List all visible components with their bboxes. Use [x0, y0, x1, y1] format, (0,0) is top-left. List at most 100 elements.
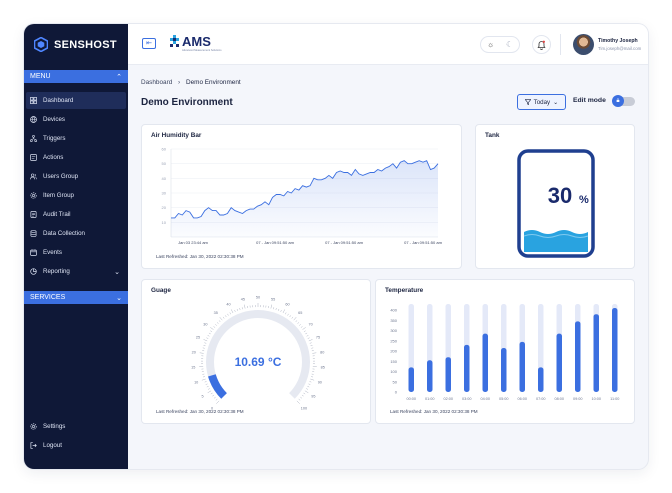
y-tick-label: 350 [390, 318, 397, 323]
temperature-bar [408, 367, 414, 392]
gauge-scale-label: 90 [318, 381, 322, 385]
sidebar-item-label: Reporting [43, 268, 70, 275]
sidebar-item-users-group[interactable]: Users Group [26, 168, 126, 185]
notification-button[interactable] [532, 35, 551, 54]
menu-section-header[interactable]: MENU ⌃ [24, 70, 128, 83]
breadcrumb-root[interactable]: Dashboard [141, 79, 172, 86]
gauge-tick [278, 308, 280, 311]
chevron-down-icon: ⌄ [553, 98, 559, 106]
app-window: SENSHOST MENU ⌃ Dashboard Devices Trigge… [24, 24, 648, 469]
user-name: Timothy Joseph [598, 38, 638, 44]
gauge-scale-label: 40 [226, 303, 230, 307]
temperature-bar [482, 333, 488, 392]
company-logo: AMS Advanced Measurement Solutions [170, 35, 222, 52]
y-tick-label: 10 [162, 220, 167, 225]
date-filter-dropdown[interactable]: Today ⌄ [517, 94, 566, 110]
gauge-tick [308, 383, 311, 385]
temperature-bar [501, 347, 507, 392]
users-icon [30, 173, 37, 180]
sidebar-toggle-button[interactable]: ⇤ [142, 38, 156, 49]
x-tick-label: 11:00 [610, 397, 619, 401]
temperature-card: Temperature 0 50 100 150 200 250 300 350 400 00:0… [375, 279, 635, 424]
sidebar-item-reporting[interactable]: Reporting ⌄ [26, 263, 126, 280]
gauge-scale-label: 100 [301, 406, 307, 410]
gauge-tick [297, 322, 300, 324]
gauge-scale-label: 70 [308, 322, 312, 326]
gear-icon [30, 423, 37, 430]
edit-mode-toggle[interactable]: 🔒︎ [612, 95, 635, 107]
gauge-tick [207, 335, 210, 337]
temperature-gauge: 051015202530354045 50 55606570758085909510… [191, 296, 325, 411]
sidebar-item-events[interactable]: Events [26, 244, 126, 261]
tank-unit: % [579, 194, 589, 206]
sidebar-item-actions[interactable]: Actions [26, 149, 126, 166]
gauge-scale-label: 95 [311, 394, 315, 398]
y-tick-label: 200 [390, 349, 397, 354]
theme-toggle[interactable]: ☼ ☾ [480, 36, 520, 53]
temperature-bar [593, 314, 599, 392]
x-tick-label: 05:00 [499, 397, 509, 401]
y-tick-label: 300 [390, 328, 397, 333]
tank-card: Tank 30% [475, 124, 635, 269]
sidebar-item-label: Users Group [43, 173, 79, 180]
gauge-tick [210, 330, 213, 332]
gauge-tick [304, 390, 309, 393]
database-icon [30, 230, 37, 237]
gauge-tick [239, 308, 241, 311]
gauge-tick [307, 386, 310, 388]
gauge-tick [287, 313, 289, 316]
gauge-tick [208, 332, 211, 335]
brand-logo-icon [34, 37, 48, 52]
gauge-tick [229, 312, 231, 315]
gauge-tick [215, 398, 218, 401]
services-section-header[interactable]: SERVICES ⌄ [24, 291, 128, 304]
gauge-tick [244, 304, 246, 309]
gauge-scale-label: 10 [194, 381, 198, 385]
gauge-tick [218, 320, 221, 323]
sidebar-item-devices[interactable]: Devices [26, 111, 126, 128]
temperature-bar [464, 344, 470, 392]
sidebar-item-item-group[interactable]: Item Group [26, 187, 126, 204]
menu-section-label: MENU [30, 73, 51, 80]
gauge-tick [291, 316, 294, 319]
humidity-area [171, 160, 438, 237]
avatar[interactable] [573, 34, 594, 55]
x-tick-label: 02:00 [443, 397, 453, 401]
brand-name: SENSHOST [54, 38, 117, 51]
brand[interactable]: SENSHOST [34, 37, 117, 52]
sidebar-item-settings[interactable]: Settings [26, 418, 126, 435]
gauge-tick [293, 317, 297, 321]
gauge-scale-label: 15 [191, 366, 195, 370]
gauge-scale-label: 50 [256, 296, 260, 300]
gauge-scale-label: 25 [196, 336, 200, 340]
sidebar-item-dashboard[interactable]: Dashboard [26, 92, 126, 109]
gauge-tick [302, 327, 306, 330]
gauge-tick [309, 342, 312, 344]
y-tick-label: 400 [390, 308, 397, 313]
actions-icon [30, 154, 37, 161]
edit-mode-label: Edit mode [573, 97, 606, 104]
lock-icon: 🔒︎ [612, 95, 624, 107]
sidebar-item-logout[interactable]: Logout [26, 437, 126, 454]
gauge-tick [210, 327, 214, 330]
hierarchy-icon [30, 135, 37, 142]
sidebar-item-audit-trail[interactable]: Audit Trail [26, 206, 126, 223]
sidebar-item-triggers[interactable]: Triggers [26, 130, 126, 147]
sidebar-item-data-collection[interactable]: Data Collection [26, 225, 126, 242]
gauge-tick [306, 388, 309, 390]
y-tick-label: 40 [162, 176, 167, 181]
y-tick-label: 100 [390, 369, 397, 374]
audit-icon [30, 211, 37, 218]
gear-icon [30, 192, 37, 199]
gauge-tick [210, 392, 213, 395]
y-tick-label: 20 [162, 205, 167, 210]
gauge-tick [300, 326, 303, 328]
gauge-tick [199, 352, 204, 354]
gauge-tick [308, 339, 313, 342]
chevron-down-icon: ⌄ [116, 294, 122, 302]
gauge-tick [296, 400, 300, 404]
gauge-scale-label: 85 [321, 366, 325, 370]
temperature-bar [612, 308, 618, 392]
gauge-tick [207, 390, 212, 393]
gauge-tick [213, 326, 216, 328]
